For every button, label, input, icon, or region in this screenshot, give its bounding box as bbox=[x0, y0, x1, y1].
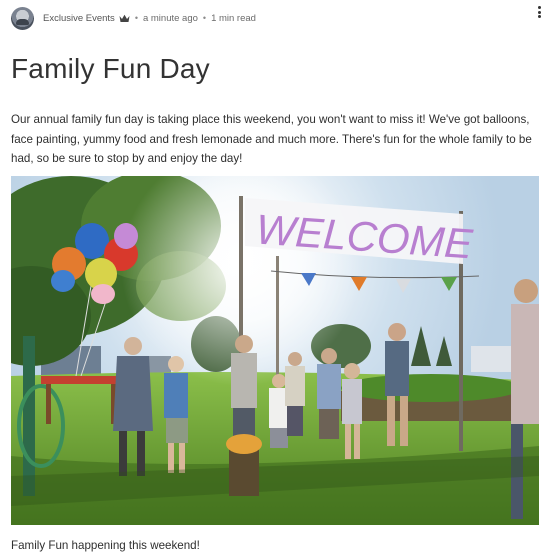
image-caption: Family Fun happening this weekend! bbox=[11, 539, 200, 552]
avatar[interactable] bbox=[11, 6, 34, 30]
family-fun-photo: WELCOME bbox=[11, 176, 539, 525]
separator-dot: • bbox=[134, 13, 138, 23]
crown-icon bbox=[119, 14, 130, 22]
post-header: Exclusive Events • a minute ago • 1 min … bbox=[11, 6, 541, 30]
post-image[interactable]: WELCOME bbox=[11, 176, 539, 525]
post-meta: Exclusive Events • a minute ago • 1 min … bbox=[43, 13, 256, 24]
time-ago: a minute ago bbox=[142, 12, 198, 24]
more-options-icon[interactable] bbox=[533, 4, 545, 20]
post-body: Our annual family fun day is taking plac… bbox=[11, 113, 532, 165]
author-name[interactable]: Exclusive Events bbox=[43, 13, 115, 24]
separator-dot: • bbox=[202, 13, 207, 23]
read-time: 1 min read bbox=[211, 12, 256, 24]
post-title: Family Fun Day bbox=[11, 53, 210, 84]
